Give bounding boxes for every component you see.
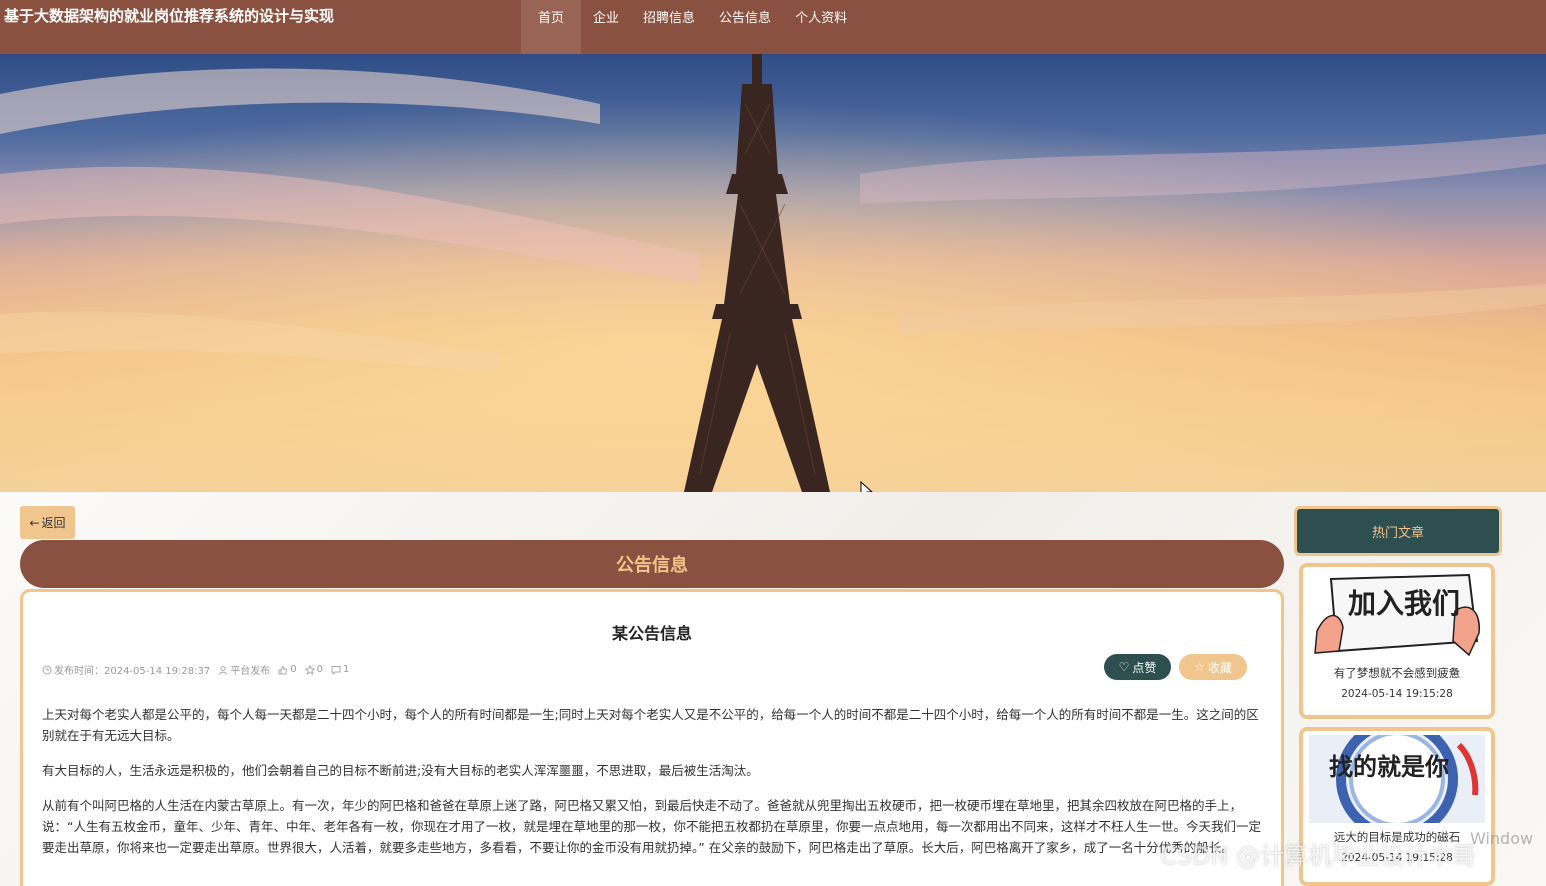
hot-article-date: 2024-05-14 19:15:28 [1341,688,1453,700]
nav-announcements[interactable]: 公告信息 [707,0,783,54]
csdn-watermark: CSDN @计算机毕业设计木哥 [1160,842,1477,870]
back-button[interactable]: ← 返回 [20,506,75,539]
like-count: 0 [278,664,297,675]
thumbnail-text: 加入我们 [1348,587,1460,620]
comment-count-text: 1 [342,664,350,675]
nav-home[interactable]: 首页 [521,0,582,54]
favorite-count-text: 0 [316,664,323,675]
star-outline-icon: ☆ [1194,660,1205,674]
favorite-button[interactable]: ☆ 收藏 [1179,654,1247,680]
star-icon [304,664,315,675]
site-title[interactable]: 基于大数据架构的就业岗位推荐系统的设计与实现 [4,5,334,26]
article-card: 某公告信息 发布时间：2024-05-14 19:28:37 平台发布 0 0 … [20,589,1284,886]
author-text: 平台发布 [230,666,271,677]
article-paragraph: 从前有个叫阿巴格的人生活在内蒙古草原上。有一次，年少的阿巴格和爸爸在草原上迷了路… [42,798,1261,855]
nav-jobs[interactable]: 招聘信息 [631,0,707,54]
hot-article-title: 有了梦想就不会感到疲惫 [1333,666,1461,680]
article-meta: 发布时间：2024-05-14 19:28:37 平台发布 0 0 1 [42,662,349,677]
clock-icon [42,665,52,674]
heart-icon: ♡ [1118,660,1130,674]
hot-article-thumbnail: 加入我们 [1309,571,1485,659]
join-us-illustration: 加入我们 [1309,571,1485,659]
comment-count: 1 [331,664,349,675]
top-header: 基于大数据架构的就业岗位推荐系统的设计与实现 首页 企业 招聘信息 公告信息 个… [0,0,1546,54]
hot-article-thumbnail: 找的就是你 [1309,735,1485,823]
thumbnail-text: 找的就是你 [1329,752,1449,781]
arrow-left-icon: ← [29,515,40,530]
nav-profile[interactable]: 个人资料 [783,0,859,54]
author: 平台发布 [218,662,270,677]
hot-articles-title: 热门文章 [1294,506,1502,556]
thumbs-up-icon [278,665,288,674]
article-paragraph: 上天对每个老实人都是公平的，每个人每一天都是二十四个小时，每个人的所有时间都是一… [42,707,1259,743]
section-title: 公告信息 [20,540,1284,588]
favorite-count: 0 [304,664,323,675]
eiffel-tower-image [0,54,1546,492]
back-label: 返回 [41,516,66,530]
publish-time-text: 发布时间：2024-05-14 19:28:37 [54,666,211,677]
favorite-button-label: 收藏 [1207,660,1232,675]
main-nav: 首页 企业 招聘信息 公告信息 个人资料 [521,0,859,54]
nav-company[interactable]: 企业 [581,0,631,54]
article-title: 某公告信息 [611,624,692,643]
like-button[interactable]: ♡ 点赞 [1104,654,1171,680]
comment-icon [331,665,341,675]
hero-banner [0,54,1546,492]
user-icon [219,665,228,675]
hot-article-card[interactable]: 加入我们 有了梦想就不会感到疲惫 2024-05-14 19:15:28 [1299,563,1495,719]
like-count-text: 0 [290,664,297,675]
article-paragraph: 有大目标的人，生活永远是积极的，他们会朝着自己的目标不断前进;没有大目标的老实人… [42,763,759,778]
looking-for-you-illustration: 找的就是你 [1309,735,1485,823]
like-button-label: 点赞 [1132,660,1157,675]
publish-time: 发布时间：2024-05-14 19:28:37 [42,662,210,677]
